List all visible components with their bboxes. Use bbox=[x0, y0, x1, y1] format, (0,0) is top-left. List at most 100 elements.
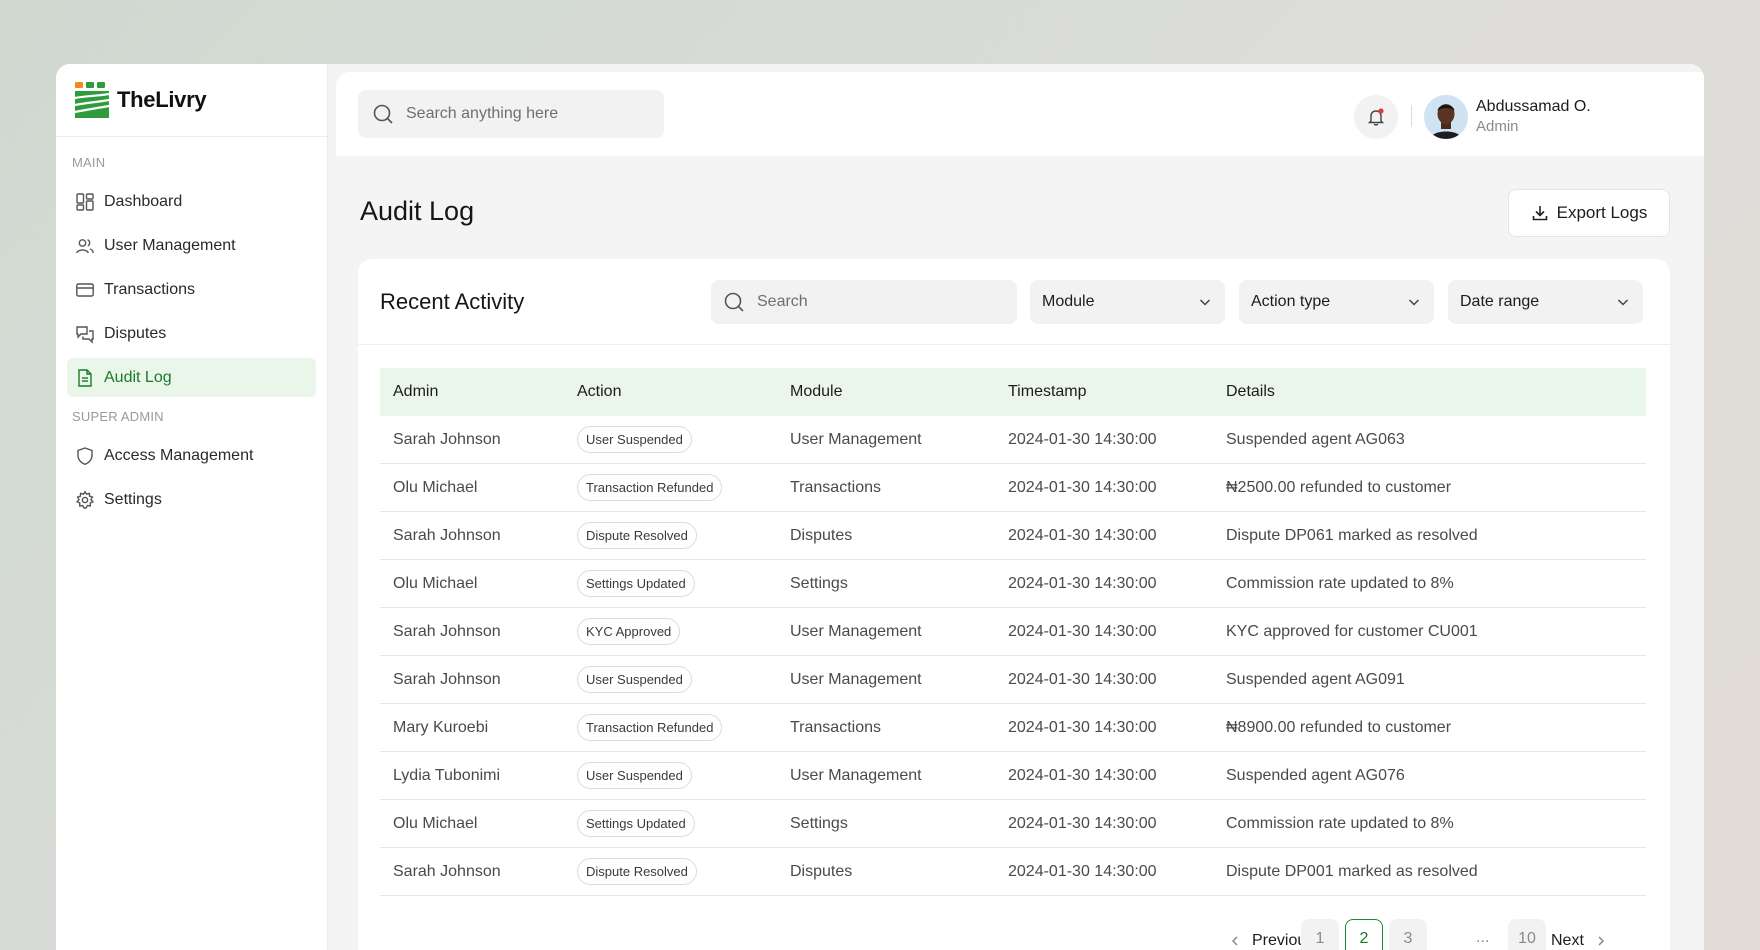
sidebar-item-label: Settings bbox=[104, 490, 162, 508]
sidebar-item-access-management[interactable]: Access Management bbox=[67, 436, 316, 475]
table-row[interactable]: Olu Michael Settings Updated Settings 2024-… bbox=[380, 800, 1646, 848]
sidebar-item-label: User Management bbox=[104, 236, 236, 254]
card-divider bbox=[358, 344, 1670, 345]
sidebar-item-disputes[interactable]: Disputes bbox=[67, 314, 316, 353]
sidebar-item-transactions[interactable]: Transactions bbox=[67, 270, 316, 309]
action-badge: KYC Approved bbox=[577, 618, 681, 645]
column-header-timestamp[interactable]: Timestamp bbox=[1008, 383, 1226, 401]
cell-action: Settings Updated bbox=[577, 810, 790, 837]
sidebar-item-user-management[interactable]: User Management bbox=[67, 226, 316, 265]
pagination-page-1[interactable]: 1 bbox=[1301, 919, 1339, 950]
main-content: Abdussamad O. Admin Audit Log Export Log… bbox=[328, 64, 1704, 950]
app-window: TheLivry MAIN Dashboard User Management … bbox=[56, 64, 1704, 950]
user-name: Abdussamad O. bbox=[1476, 98, 1591, 115]
card-title: Recent Activity bbox=[380, 289, 525, 314]
logo-icon bbox=[75, 82, 109, 118]
cell-timestamp: 2024-01-30 14:30:00 bbox=[1008, 430, 1157, 448]
column-header-admin[interactable]: Admin bbox=[380, 383, 577, 401]
pagination-page-2[interactable]: 2 bbox=[1345, 919, 1383, 950]
cell-module: Transactions bbox=[790, 718, 881, 736]
module-filter-dropdown[interactable]: Module bbox=[1030, 280, 1225, 324]
cell-details: Commission rate updated to 8% bbox=[1226, 814, 1454, 832]
pagination-page-10[interactable]: 10 bbox=[1508, 919, 1546, 950]
table-row[interactable]: Sarah Johnson Dispute Resolved Disputes 202… bbox=[380, 848, 1646, 896]
action-badge: User Suspended bbox=[577, 426, 692, 453]
table-row[interactable]: Sarah Johnson KYC Approved User Management… bbox=[380, 608, 1646, 656]
cell-action: User Suspended bbox=[577, 666, 790, 693]
table-row[interactable]: Sarah Johnson Dispute Resolved Disputes 202… bbox=[380, 512, 1646, 560]
action-badge: Transaction Refunded bbox=[577, 714, 723, 741]
users-icon bbox=[76, 238, 94, 253]
table-row[interactable]: Lydia Tubonimi User Suspended User Managem… bbox=[380, 752, 1646, 800]
table-row[interactable]: Olu Michael Transaction Refunded Transacti… bbox=[380, 464, 1646, 512]
logo[interactable]: TheLivry bbox=[56, 64, 327, 137]
bell-icon bbox=[1367, 108, 1385, 126]
cell-admin: Mary Kuroebi bbox=[393, 718, 489, 736]
top-bar: Abdussamad O. Admin bbox=[336, 72, 1704, 156]
action-badge: User Suspended bbox=[577, 666, 692, 693]
action-type-filter-label: Action type bbox=[1251, 293, 1331, 310]
avatar[interactable] bbox=[1424, 95, 1468, 139]
table-row[interactable]: Sarah Johnson User Suspended User Manageme… bbox=[380, 656, 1646, 704]
chat-icon bbox=[76, 325, 94, 344]
table-row[interactable]: Sarah Johnson User Suspended User Manageme… bbox=[380, 416, 1646, 464]
date-range-filter-dropdown[interactable]: Date range bbox=[1448, 280, 1643, 324]
action-badge: Settings Updated bbox=[577, 810, 695, 837]
cell-admin: Sarah Johnson bbox=[393, 622, 501, 640]
cell-details: KYC approved for customer CU001 bbox=[1226, 622, 1478, 640]
search-icon bbox=[724, 292, 744, 312]
cell-admin: Olu Michael bbox=[393, 574, 478, 592]
sidebar-item-audit-log[interactable]: Audit Log bbox=[67, 358, 316, 397]
column-header-module[interactable]: Module bbox=[790, 383, 1008, 401]
cell-admin: Olu Michael bbox=[393, 478, 478, 496]
cell-action: Transaction Refunded bbox=[577, 714, 790, 741]
pagination-next-button[interactable]: Next bbox=[1551, 923, 1608, 950]
cell-timestamp: 2024-01-30 14:30:00 bbox=[1008, 478, 1157, 496]
action-badge: Settings Updated bbox=[577, 570, 695, 597]
cell-admin: Sarah Johnson bbox=[393, 526, 501, 544]
table-body: Sarah Johnson User Suspended User Manageme… bbox=[380, 416, 1646, 896]
cell-admin: Sarah Johnson bbox=[393, 430, 501, 448]
pagination-ellipsis: ... bbox=[1476, 929, 1490, 946]
table-header: Admin Action Module Timestamp Details bbox=[380, 368, 1646, 416]
activity-search[interactable] bbox=[711, 280, 1017, 324]
cell-module: User Management bbox=[790, 670, 922, 688]
sidebar-item-dashboard[interactable]: Dashboard bbox=[67, 182, 316, 221]
activity-search-input[interactable] bbox=[757, 293, 997, 311]
cell-admin: Sarah Johnson bbox=[393, 862, 501, 880]
pagination-page-3[interactable]: 3 bbox=[1389, 919, 1427, 950]
chevron-right-icon bbox=[1598, 936, 1604, 946]
action-badge: Dispute Resolved bbox=[577, 858, 697, 885]
cell-module: Settings bbox=[790, 574, 848, 592]
cell-module: User Management bbox=[790, 766, 922, 784]
user-role: Admin bbox=[1476, 118, 1519, 135]
shield-icon bbox=[77, 446, 93, 465]
column-header-details[interactable]: Details bbox=[1226, 383, 1646, 401]
audit-log-table: Admin Action Module Timestamp Details Sa… bbox=[380, 368, 1646, 896]
action-type-filter-dropdown[interactable]: Action type bbox=[1239, 280, 1434, 324]
recent-activity-card: Recent Activity Module Action type Date … bbox=[358, 259, 1670, 950]
cell-admin: Olu Michael bbox=[393, 814, 478, 832]
global-search-input[interactable] bbox=[406, 105, 646, 123]
column-header-action[interactable]: Action bbox=[577, 383, 790, 401]
cell-action: Transaction Refunded bbox=[577, 474, 790, 501]
chevron-down-icon bbox=[1617, 299, 1629, 306]
page-title: Audit Log bbox=[360, 196, 475, 226]
cell-module: User Management bbox=[790, 430, 922, 448]
table-row[interactable]: Mary Kuroebi Transaction Refunded Transact… bbox=[380, 704, 1646, 752]
export-logs-button[interactable]: Export Logs bbox=[1508, 189, 1670, 237]
chevron-down-icon bbox=[1199, 299, 1211, 306]
table-row[interactable]: Olu Michael Settings Updated Settings 2024-… bbox=[380, 560, 1646, 608]
global-search[interactable] bbox=[358, 90, 664, 138]
sidebar-item-settings[interactable]: Settings bbox=[67, 480, 316, 519]
cell-module: Settings bbox=[790, 814, 848, 832]
chevron-down-icon bbox=[1408, 299, 1420, 306]
sidebar-item-label: Disputes bbox=[104, 324, 167, 342]
download-icon bbox=[1532, 206, 1547, 221]
cell-admin: Sarah Johnson bbox=[393, 670, 501, 688]
notifications-button[interactable] bbox=[1354, 95, 1398, 139]
cell-action: Dispute Resolved bbox=[577, 522, 790, 549]
sidebar-item-label: Transactions bbox=[104, 280, 195, 298]
cell-module: Transactions bbox=[790, 478, 881, 496]
cell-details: ₦8900.00 refunded to customer bbox=[1226, 718, 1452, 736]
